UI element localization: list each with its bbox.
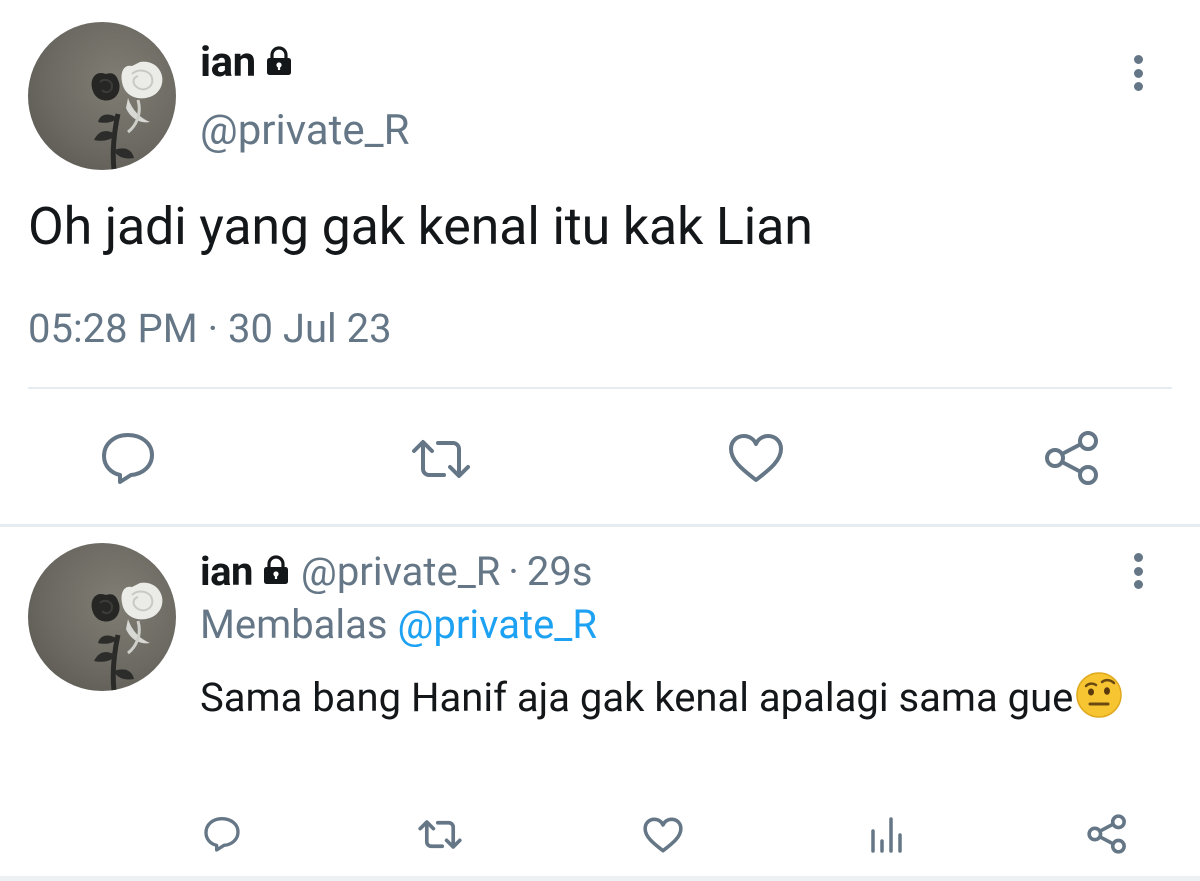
more-vertical-icon[interactable]	[1132, 55, 1144, 95]
reply-avatar[interactable]	[28, 543, 176, 691]
rose-avatar-image	[91, 582, 163, 691]
more-vertical-icon[interactable]	[1132, 553, 1144, 593]
retweet-button[interactable]	[411, 438, 471, 480]
tweet-date: 30 Jul 23	[227, 305, 392, 352]
reply-text-body: Sama bang Hanif aja gak kenal apalagi sa…	[200, 674, 1074, 721]
bottom-divider	[0, 876, 1200, 881]
mention-link[interactable]: @private_R	[397, 601, 597, 648]
reply-icon	[204, 817, 240, 852]
reply-tweet-text: Sama bang Hanif aja gak kenal apalagi sa…	[200, 670, 1160, 725]
analytics-button[interactable]	[869, 815, 905, 853]
display-name[interactable]: ian	[200, 548, 253, 595]
rose-avatar-image	[91, 61, 163, 170]
share-icon	[1045, 431, 1098, 485]
analytics-icon	[871, 817, 902, 853]
share-icon	[1087, 814, 1126, 854]
replying-label: Membalas	[200, 601, 388, 648]
relative-time: 29s	[526, 548, 593, 595]
user-handle[interactable]: @private_R	[200, 106, 409, 155]
share-button[interactable]	[1044, 430, 1100, 486]
replying-to: Membalas @private_R	[200, 601, 597, 648]
reply-button[interactable]	[204, 816, 240, 852]
avatar[interactable]	[28, 22, 176, 170]
reply-button[interactable]	[101, 432, 155, 484]
main-tweet: ian @private_R Oh jadi yang gak kenal it…	[0, 0, 1200, 526]
user-handle[interactable]: @private_R	[301, 548, 501, 595]
like-icon	[643, 817, 683, 853]
lock-icon	[261, 554, 291, 589]
lock-icon	[264, 45, 294, 80]
retweet-button[interactable]	[418, 819, 462, 850]
divider	[28, 387, 1172, 389]
retweet-icon	[418, 820, 462, 849]
share-button[interactable]	[1087, 814, 1127, 854]
like-icon	[729, 434, 783, 482]
section-divider	[0, 524, 1200, 527]
tweet-detail-screen: ian @private_R Oh jadi yang gak kenal it…	[0, 0, 1200, 881]
retweet-icon	[412, 440, 470, 478]
author-name-row: ian	[200, 38, 294, 87]
display-name[interactable]: ian	[200, 38, 256, 87]
tweet-text: Oh jadi yang gak kenal itu kak Lian	[28, 196, 813, 257]
reply-icon	[102, 433, 154, 484]
meta-separator: ·	[207, 305, 219, 352]
like-button[interactable]	[728, 433, 784, 483]
like-button[interactable]	[643, 817, 683, 853]
raised-eyebrow-emoji-icon	[1075, 671, 1123, 719]
tweet-time: 05:28 PM	[28, 305, 198, 352]
tweet-timestamp: 05:28 PM · 30 Jul 23	[28, 305, 392, 352]
meta-separator: ·	[508, 548, 519, 595]
reply-header: ian @private_R · 29s	[200, 548, 592, 595]
